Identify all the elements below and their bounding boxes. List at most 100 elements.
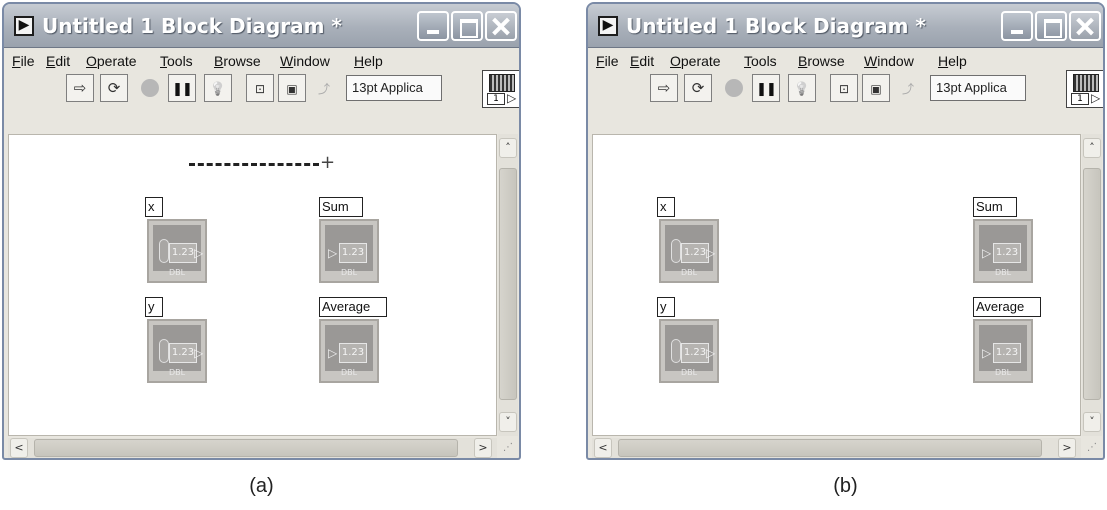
menu-window[interactable]: Window [280,53,330,69]
pause-button[interactable]: ❚❚ [168,74,196,102]
menu-edit[interactable]: Edit [630,53,654,69]
retain-wire-values-button[interactable]: ⊡ [830,74,858,102]
minimize-button[interactable] [1001,11,1033,41]
menu-browse[interactable]: Browse [798,53,845,69]
indicator-label-average[interactable]: Average [973,297,1041,317]
control-label-y[interactable]: y [657,297,675,317]
data-type-label: DBL [168,268,186,277]
figure-caption-b: (b) [833,475,858,497]
scroll-left-arrow-icon[interactable]: < [10,438,28,458]
vi-icon[interactable]: 1 ▷ [1066,70,1103,108]
indicator-terminal-average[interactable]: ▷ 1.23 DBL [319,319,379,383]
run-button[interactable]: ⇨ [66,74,94,102]
vertical-scroll-thumb[interactable] [499,168,517,400]
vi-icon-arrow: ▷ [507,91,517,105]
vertical-scrollbar[interactable]: ˄ ˅ [1082,134,1102,436]
data-type-label: DBL [168,368,186,377]
control-terminal-y[interactable]: 1.23 ▷ DBL [147,319,207,383]
diagram-canvas[interactable]: + x 1.23 ▷ DBL y 1.23 ▷ DBL Sum ▷ 1.23 D… [8,134,497,436]
control-label-y[interactable]: y [145,297,163,317]
horizontal-scroll-thumb[interactable] [618,439,1042,457]
step-out-button[interactable]: ⤴ [894,74,922,102]
indicator-label-sum[interactable]: Sum [973,197,1017,217]
retain-wire-values-button[interactable]: ⊡ [246,74,274,102]
maximize-button[interactable] [1035,11,1067,41]
close-button[interactable] [1069,11,1101,41]
control-label-x[interactable]: x [145,197,163,217]
window-title: Untitled 1 Block Diagram * [42,14,342,38]
title-bar[interactable]: ▶ Untitled 1 Block Diagram * [4,4,519,48]
control-terminal-x[interactable]: 1.23 ▷ DBL [659,219,719,283]
numeric-value: 1.23 [681,243,709,263]
control-label-x[interactable]: x [657,197,675,217]
abort-button[interactable] [136,74,164,102]
menu-file[interactable]: File [12,53,35,69]
scroll-up-arrow-icon[interactable]: ˄ [1083,138,1101,158]
menu-help[interactable]: Help [354,53,383,69]
data-type-label: DBL [994,268,1012,277]
indicator-terminal-average[interactable]: ▷ 1.23 DBL [973,319,1033,383]
text-settings-dropdown[interactable]: 13pt Applica [930,75,1026,101]
step-out-button[interactable]: ⤴ [310,74,338,102]
resize-grip-icon[interactable]: ⋰ [500,440,516,456]
step-into-button[interactable]: ▣ [862,74,890,102]
lightbulb-icon: 💡 [209,82,227,97]
menu-file[interactable]: File [596,53,619,69]
minimize-button[interactable] [417,11,449,41]
scroll-down-arrow-icon[interactable]: ˅ [499,412,517,432]
control-terminal-y[interactable]: 1.23 ▷ DBL [659,319,719,383]
indicator-terminal-sum[interactable]: ▷ 1.23 DBL [319,219,379,283]
indicator-terminal-sum[interactable]: ▷ 1.23 DBL [973,219,1033,283]
pause-button[interactable]: ❚❚ [752,74,780,102]
highlight-execution-button[interactable]: 💡 [788,74,816,102]
step-out-icon: ⤴ [317,82,330,96]
run-continuously-button[interactable]: ⟳ [684,74,712,102]
vertical-scroll-thumb[interactable] [1083,168,1101,400]
menu-tools[interactable]: Tools [160,53,193,69]
horizontal-scrollbar[interactable]: < > [8,438,497,458]
menu-browse[interactable]: Browse [214,53,261,69]
run-button[interactable]: ⇨ [650,74,678,102]
close-button[interactable] [485,11,517,41]
indicator-label-average[interactable]: Average [319,297,387,317]
resize-grip-icon[interactable]: ⋰ [1084,440,1100,456]
vi-icon-number: 1 [1071,93,1089,105]
menu-operate[interactable]: Operate [86,53,137,69]
horizontal-scroll-thumb[interactable] [34,439,458,457]
scroll-right-arrow-icon[interactable]: > [1058,438,1076,458]
abort-stop-icon [725,79,743,97]
menu-tools[interactable]: Tools [744,53,777,69]
control-terminal-x[interactable]: 1.23 ▷ DBL [147,219,207,283]
numeric-value: 1.23 [993,243,1021,263]
numeric-value: 1.23 [339,243,367,263]
menu-help[interactable]: Help [938,53,967,69]
title-bar[interactable]: ▶ Untitled 1 Block Diagram * [588,4,1103,48]
indicator-label-sum[interactable]: Sum [319,197,363,217]
vi-icon[interactable]: 1 ▷ [482,70,519,108]
scroll-left-arrow-icon[interactable]: < [594,438,612,458]
terminal-body: 1.23 ▷ [665,225,715,271]
data-type-label: DBL [340,268,358,277]
vi-icon-arrow: ▷ [1091,91,1101,105]
wiring-path [189,163,319,166]
diagram-canvas[interactable]: x 1.23 ▷ DBL y 1.23 ▷ DBL Sum ▷ 1.23 DBL… [592,134,1081,436]
highlight-execution-button[interactable]: 💡 [204,74,232,102]
scroll-up-arrow-icon[interactable]: ˄ [499,138,517,158]
menu-edit[interactable]: Edit [46,53,70,69]
toolbar: ⇨ ⟳ ❚❚ 💡 ⊡ ▣ ⤴ 13pt Applica [4,74,519,108]
horizontal-scrollbar[interactable]: < > [592,438,1081,458]
maximize-button[interactable] [451,11,483,41]
vi-icon-graphic [1073,74,1099,92]
scroll-down-arrow-icon[interactable]: ˅ [1083,412,1101,432]
input-arrow-icon: ▷ [328,346,338,360]
step-into-button[interactable]: ▣ [278,74,306,102]
step-icon: ▣ [870,82,882,96]
data-type-label: DBL [340,368,358,377]
scroll-right-arrow-icon[interactable]: > [474,438,492,458]
abort-button[interactable] [720,74,748,102]
menu-window[interactable]: Window [864,53,914,69]
run-continuously-button[interactable]: ⟳ [100,74,128,102]
text-settings-dropdown[interactable]: 13pt Applica [346,75,442,101]
vertical-scrollbar[interactable]: ˄ ˅ [498,134,518,436]
menu-operate[interactable]: Operate [670,53,721,69]
